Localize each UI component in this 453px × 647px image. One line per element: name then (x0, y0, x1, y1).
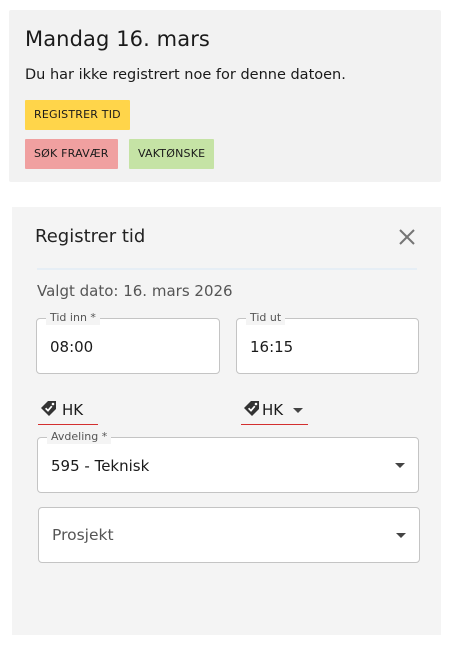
tag-in-value: HK (62, 401, 84, 419)
register-time-button[interactable]: REGISTRER TID (25, 100, 130, 130)
tag-check-icon (244, 401, 259, 416)
department-select[interactable]: Avdeling * 595 - Teknisk (37, 430, 419, 493)
shift-wish-button[interactable]: VAKTØNSKE (129, 139, 215, 169)
no-registration-message: Du har ikke registrert noe for denne dat… (25, 67, 346, 83)
tag-in-underline (38, 424, 98, 425)
chevron-down-icon (293, 408, 303, 413)
time-out-label: Tid ut (246, 311, 286, 325)
tag-out-value: HK (262, 401, 284, 419)
close-button[interactable] (396, 226, 418, 248)
day-summary-card: Mandag 16. mars Du har ikke registrert n… (9, 10, 441, 182)
tag-out-underline (241, 424, 308, 425)
close-icon (399, 229, 415, 245)
dialog-title: Registrer tid (35, 226, 146, 247)
time-out-value: 16:15 (250, 338, 294, 356)
tag-check-icon (41, 401, 56, 416)
tag-out-select[interactable]: HK (241, 393, 308, 425)
time-in-field[interactable]: Tid inn * 08:00 (36, 311, 220, 374)
project-placeholder: Prosjekt (52, 526, 114, 544)
department-label: Avdeling * (47, 430, 112, 444)
time-out-field[interactable]: Tid ut 16:15 (236, 311, 419, 374)
time-in-value: 08:00 (50, 338, 94, 356)
department-value: 595 - Teknisk (51, 457, 150, 475)
apply-absence-button[interactable]: SØK FRAVÆR (25, 139, 118, 169)
divider (37, 268, 417, 270)
time-in-label: Tid inn * (46, 311, 100, 325)
tag-in-select[interactable]: HK (38, 393, 98, 425)
selected-date: Valgt dato: 16. mars 2026 (37, 282, 233, 300)
chevron-down-icon (395, 463, 405, 468)
day-title: Mandag 16. mars (25, 27, 210, 51)
project-select[interactable]: Prosjekt (38, 507, 420, 563)
register-time-dialog: Registrer tid Valgt dato: 16. mars 2026 … (12, 207, 441, 635)
chevron-down-icon (396, 533, 406, 538)
